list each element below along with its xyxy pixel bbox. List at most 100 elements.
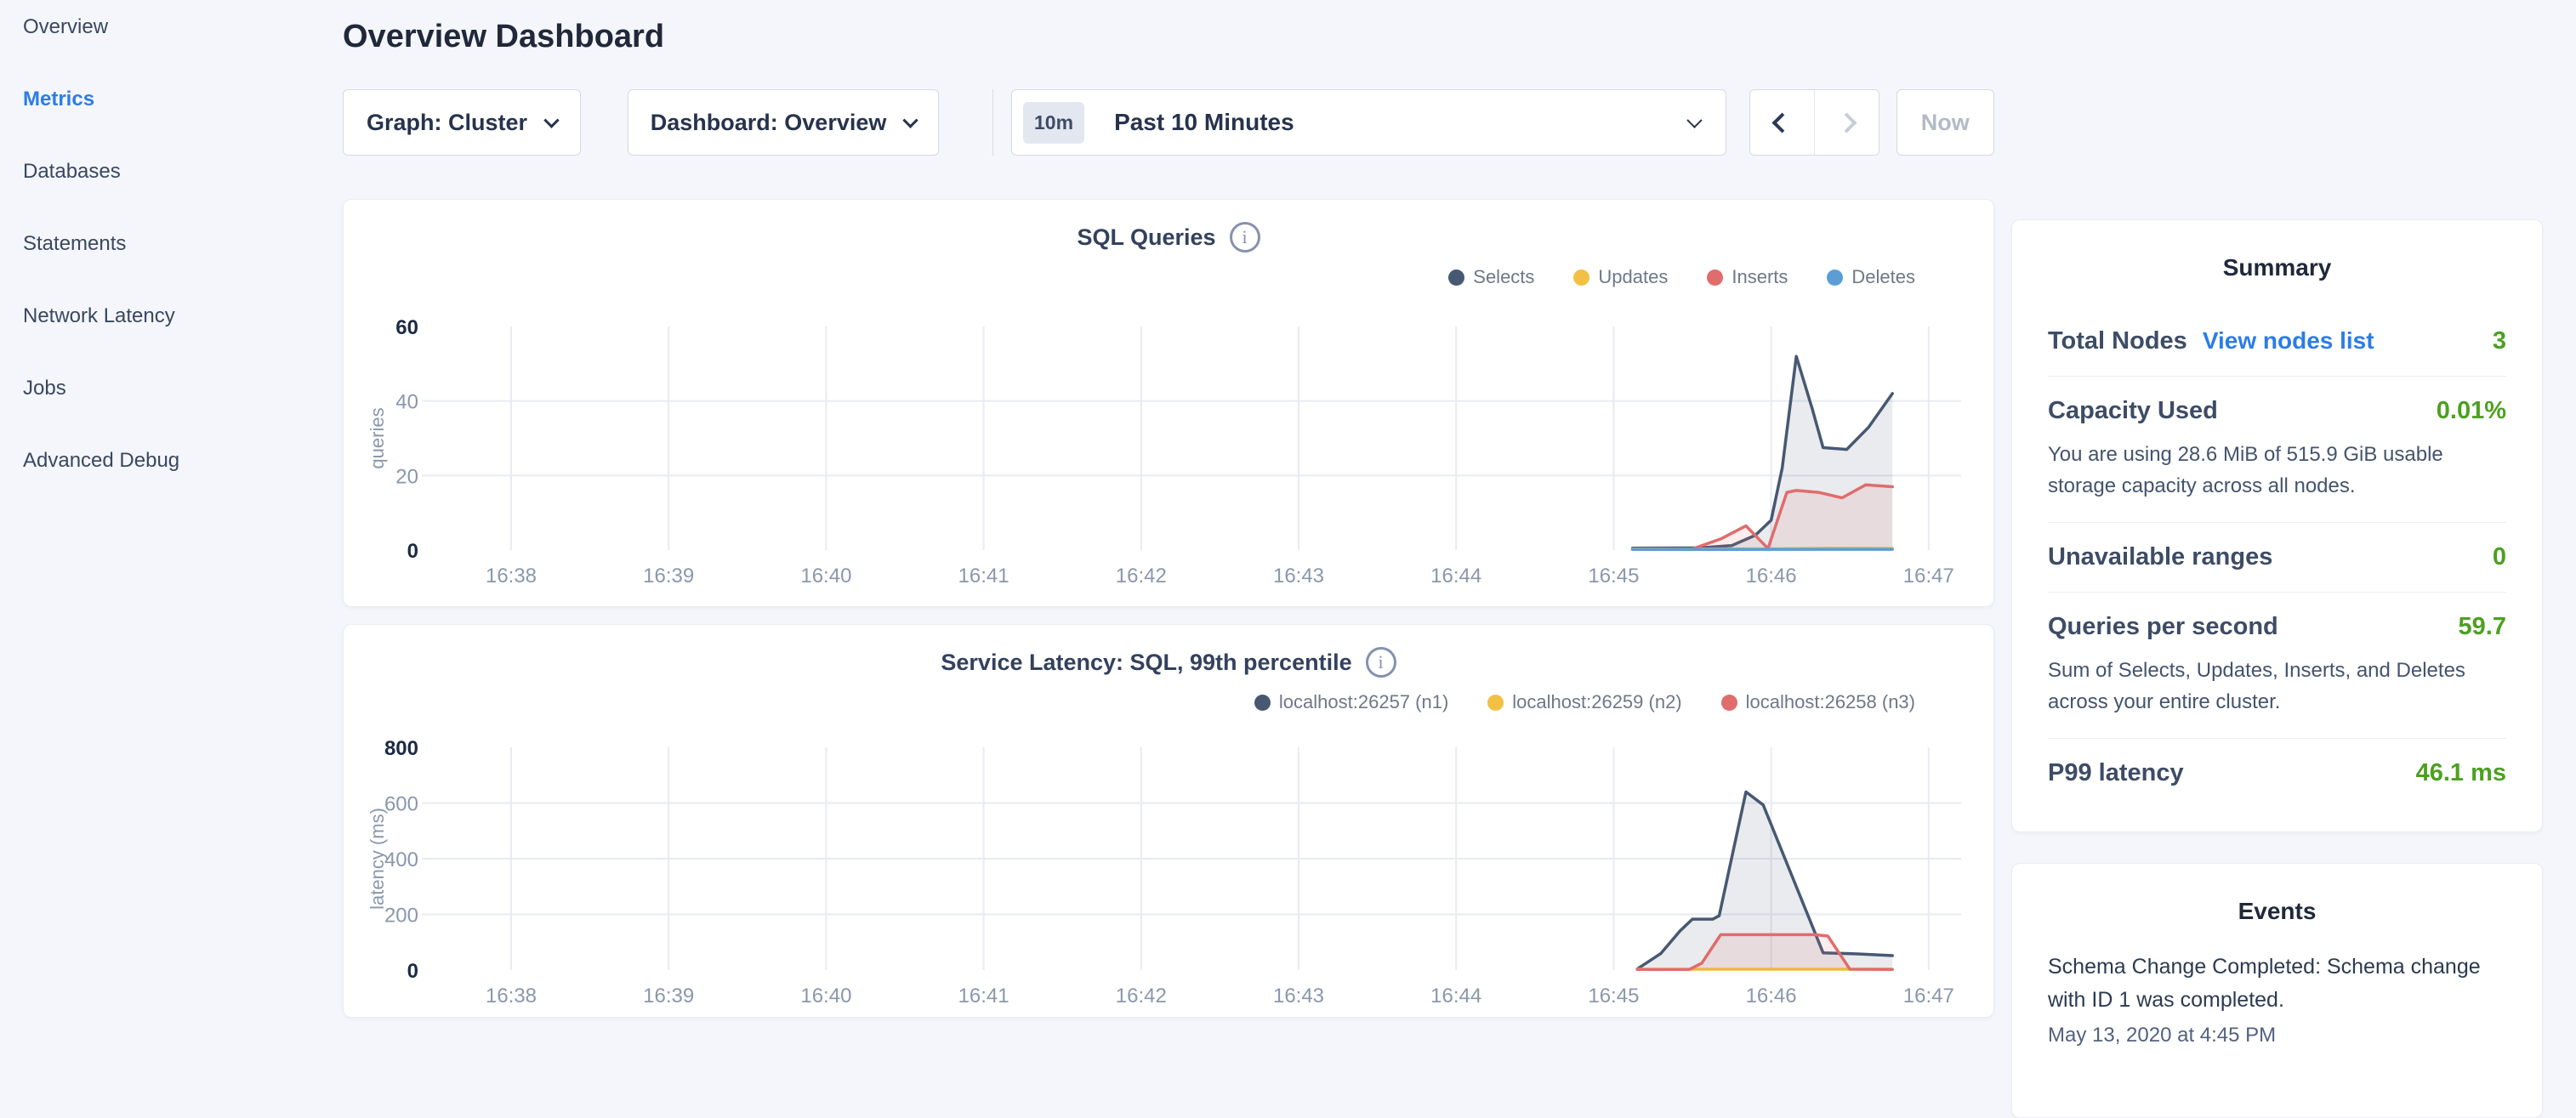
event-timestamp: May 13, 2020 at 4:45 PM	[2048, 1024, 2506, 1047]
time-window-dropdown[interactable]: 10m Past 10 Minutes	[1011, 89, 1726, 156]
right-panel: Summary Total Nodes View nodes list 3 Capac…	[2011, 0, 2543, 1118]
page-title: Overview Dashboard	[343, 19, 1994, 55]
svg-text:16:41: 16:41	[958, 565, 1009, 586]
sidebar-item-jobs[interactable]: Jobs	[23, 377, 340, 400]
svg-text:16:46: 16:46	[1746, 565, 1797, 586]
chevron-down-icon	[1687, 112, 1703, 128]
sidebar-item-advanced-debug[interactable]: Advanced Debug	[23, 449, 340, 473]
legend-label: localhost:26259 (n2)	[1512, 691, 1681, 713]
summary-title: Summary	[2048, 254, 2506, 281]
sidebar: Overview Metrics Databases Statements Networ…	[0, 0, 340, 521]
time-prev-button[interactable]	[1750, 90, 1814, 155]
time-next-button[interactable]	[1814, 90, 1878, 155]
chart-legend: SelectsUpdatesInsertsDeletes	[344, 266, 1993, 288]
sidebar-item-statements[interactable]: Statements	[23, 232, 340, 256]
legend-label: localhost:26258 (n3)	[1746, 691, 1915, 713]
svg-text:16:47: 16:47	[1903, 985, 1954, 1007]
svg-text:16:38: 16:38	[486, 565, 537, 586]
events-title: Events	[2048, 898, 2506, 925]
summary-row-value: 0	[2493, 543, 2506, 571]
chart-title: Service Latency: SQL, 99th percentile	[941, 650, 1351, 676]
time-window-badge: 10m	[1023, 102, 1084, 144]
view-nodes-link[interactable]: View nodes list	[2203, 327, 2374, 355]
svg-text:16:38: 16:38	[486, 985, 537, 1007]
chevron-down-icon	[903, 112, 918, 128]
summary-row-value: 0.01%	[2437, 397, 2506, 425]
svg-text:queries: queries	[367, 407, 388, 468]
event-message: Schema Change Completed: Schema change w…	[2048, 951, 2506, 1017]
sidebar-item-databases[interactable]: Databases	[23, 160, 340, 184]
dashboard-dropdown-label: Dashboard: Overview	[651, 110, 887, 136]
summary-row-value: 46.1 ms	[2416, 759, 2506, 787]
main-content: Overview Dashboard Graph: Cluster Dashbo…	[343, 0, 1994, 1018]
service-latency-card: Service Latency: SQL, 99th percentile i …	[343, 624, 1994, 1018]
time-window-label: Past 10 Minutes	[1114, 109, 1294, 136]
legend-label: Inserts	[1732, 266, 1788, 288]
controls-bar: Graph: Cluster Dashboard: Overview 10m P…	[343, 89, 1994, 156]
legend-item-updates: Updates	[1573, 266, 1668, 288]
summary-row-value: 59.7	[2459, 613, 2506, 641]
svg-text:16:42: 16:42	[1116, 985, 1167, 1007]
graph-dropdown-label: Graph: Cluster	[367, 110, 527, 136]
sidebar-item-metrics[interactable]: Metrics	[23, 88, 340, 111]
svg-text:800: 800	[384, 737, 418, 760]
summary-row-label: Unavailable ranges	[2048, 543, 2272, 571]
sidebar-item-network-latency[interactable]: Network Latency	[23, 304, 340, 328]
graph-dropdown[interactable]: Graph: Cluster	[343, 89, 581, 156]
summary-row-label: P99 latency	[2048, 759, 2184, 787]
legend-dot-icon	[1721, 695, 1737, 711]
summary-row-value: 3	[2493, 327, 2506, 355]
legend-label: localhost:26257 (n1)	[1279, 691, 1448, 713]
summary-panel: Summary Total Nodes View nodes list 3 Capac…	[2011, 219, 2543, 832]
legend-dot-icon	[1448, 270, 1464, 286]
events-list: Schema Change Completed: Schema change w…	[2048, 951, 2506, 1047]
summary-row-description: You are using 28.6 MiB of 515.9 GiB usab…	[2048, 439, 2506, 502]
chart-title-row: SQL Queries i	[344, 200, 1993, 253]
legend-dot-icon	[1827, 270, 1843, 286]
chart-title-row: Service Latency: SQL, 99th percentile i	[344, 625, 1993, 678]
controls-divider	[992, 89, 993, 156]
legend-item-localhost-26258-n3: localhost:26258 (n3)	[1721, 691, 1915, 713]
summary-row-label: Total Nodes	[2048, 327, 2187, 355]
chart-title: SQL Queries	[1077, 224, 1215, 251]
svg-text:16:44: 16:44	[1430, 985, 1481, 1007]
sidebar-item-overview[interactable]: Overview	[23, 15, 340, 39]
summary-row-capacity-used: Capacity Used 0.01% You are using 28.6 MiB…	[2048, 376, 2506, 522]
svg-text:16:45: 16:45	[1588, 565, 1639, 586]
summary-row-unavailable-ranges: Unavailable ranges 0	[2048, 522, 2506, 592]
service-latency-chart[interactable]: 16:3816:3916:4016:4116:4216:4316:4416:45…	[344, 730, 1995, 1011]
svg-text:16:40: 16:40	[800, 985, 851, 1007]
svg-text:16:39: 16:39	[643, 985, 694, 1007]
info-icon[interactable]: i	[1366, 647, 1396, 678]
svg-text:60: 60	[395, 316, 418, 339]
legend-dot-icon	[1487, 695, 1504, 711]
svg-text:200: 200	[384, 905, 418, 928]
dashboard-dropdown[interactable]: Dashboard: Overview	[628, 89, 939, 156]
legend-label: Updates	[1598, 266, 1668, 288]
now-button[interactable]: Now	[1896, 89, 1994, 156]
svg-text:0: 0	[407, 960, 418, 983]
svg-text:16:46: 16:46	[1746, 985, 1797, 1007]
sql-queries-chart[interactable]: 16:3816:3916:4016:4116:4216:4316:4416:45…	[344, 305, 1995, 586]
summary-row-description: Sum of Selects, Updates, Inserts, and De…	[2048, 655, 2506, 718]
legend-item-localhost-26257-n1: localhost:26257 (n1)	[1254, 691, 1448, 713]
svg-text:16:43: 16:43	[1273, 565, 1324, 586]
svg-text:16:41: 16:41	[958, 985, 1009, 1007]
summary-row-total-nodes: Total Nodes View nodes list 3	[2048, 307, 2506, 376]
time-step-buttons	[1749, 89, 1879, 156]
svg-text:16:47: 16:47	[1903, 565, 1954, 586]
legend-item-localhost-26259-n2: localhost:26259 (n2)	[1487, 691, 1681, 713]
summary-row-p99-latency: P99 latency 46.1 ms	[2048, 738, 2506, 808]
svg-text:16:40: 16:40	[800, 565, 851, 586]
legend-dot-icon	[1707, 270, 1723, 286]
chevron-right-icon	[1836, 112, 1857, 133]
summary-row-label: Capacity Used	[2048, 397, 2218, 425]
info-icon[interactable]: i	[1230, 222, 1260, 253]
svg-text:16:44: 16:44	[1430, 565, 1481, 586]
svg-text:latency (ms): latency (ms)	[367, 808, 388, 910]
legend-item-inserts: Inserts	[1707, 266, 1788, 288]
summary-row-label: Queries per second	[2048, 613, 2278, 641]
summary-rows: Total Nodes View nodes list 3 Capacity Used…	[2048, 307, 2506, 808]
svg-text:0: 0	[407, 540, 418, 563]
events-panel: Events Schema Change Completed: Schema c…	[2011, 863, 2543, 1118]
